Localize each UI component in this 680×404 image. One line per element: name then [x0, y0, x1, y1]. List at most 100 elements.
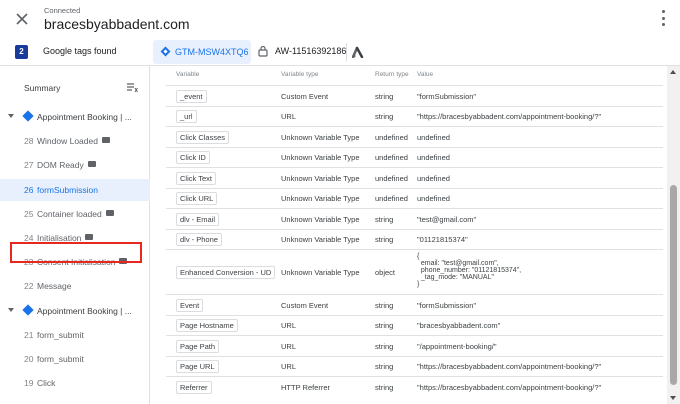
return-type: undefined [375, 153, 408, 163]
table-row: dlv - Phone Unknown Variable Type string "0… [166, 228, 663, 250]
event-number: 20 [24, 354, 34, 364]
event-label: Window Loaded [37, 136, 110, 146]
sidebar-event-item[interactable]: 27 DOM Ready [0, 154, 150, 176]
variable-type: Unknown Variable Type [281, 173, 360, 183]
event-label: Message [37, 281, 72, 292]
variable-type: URL [281, 321, 297, 331]
sidebar-event-item[interactable]: 21 form_submit [0, 324, 150, 346]
variable-name-chip[interactable]: Click ID [176, 151, 210, 165]
event-label: form_submit [37, 354, 84, 364]
tags-found-label: Google tags found [43, 46, 117, 56]
sidebar-event-item[interactable]: 18Click [0, 396, 150, 404]
variable-value: "formSubmission" [417, 300, 477, 310]
variables-panel: Variable Variable type Return type Value… [151, 66, 680, 404]
variable-value: undefined [417, 132, 450, 142]
sidebar-page-group[interactable]: Appointment Booking | ... [0, 106, 150, 128]
api-call-icon [85, 234, 94, 240]
sidebar-event-item[interactable]: 20 form_submit [0, 348, 150, 370]
variable-name-chip[interactable]: dlv - Phone [176, 233, 222, 247]
event-number: 21 [24, 329, 34, 340]
variable-value: "/appointment-booking/" [417, 341, 497, 351]
variable-type: Unknown Variable Type [281, 214, 360, 224]
variable-value: { email: "test@gmail.com", phone_number:… [417, 253, 522, 288]
scrollbar-thumb[interactable] [670, 185, 677, 385]
table-row: Enhanced Conversion - UD Unknown Variable… [166, 249, 663, 294]
event-sidebar: Summary Appointment Booking | ... 28 Windo… [0, 66, 150, 404]
variable-type: URL [281, 362, 297, 372]
scroll-up-arrow-icon[interactable] [670, 70, 676, 74]
variable-value: "test@gmail.com" [417, 214, 477, 224]
top-bar: Connected bracesbyabbadent.com [0, 0, 680, 38]
variable-name-chip[interactable]: Click Text [176, 171, 216, 185]
sidebar-event-item[interactable]: 25 Container loaded [0, 203, 150, 225]
table-row: Page URL URL string "https://bracesbyabbade… [166, 355, 663, 377]
tab-aw-label: AW-11516392186 [275, 46, 347, 56]
table-row: Click Text Unknown Variable Type undefined… [166, 167, 663, 188]
tab-divider [346, 43, 347, 61]
tab-gtm-container[interactable]: GTM-MSW4XTQ6 [153, 40, 251, 64]
variable-name-chip[interactable]: Page Hostname [176, 319, 238, 333]
tags-bar: 2 Google tags found GTM-MSW4XTQ6 AW-1151… [0, 38, 680, 66]
sidebar-event-item[interactable]: 28 Window Loaded [0, 130, 150, 152]
variable-name-chip[interactable]: Referrer [176, 380, 212, 394]
sidebar-event-item[interactable]: 19 Click [0, 372, 150, 394]
event-number: 25 [24, 208, 34, 219]
variable-name-chip[interactable]: _url [176, 110, 197, 124]
variable-name-chip[interactable]: dlv - Email [176, 212, 220, 226]
return-type: undefined [375, 173, 408, 183]
variable-value: "https://bracesbyabbadent.com/appointmen… [417, 382, 602, 392]
table-row: Referrer HTTP Referrer string "https://brac… [166, 376, 663, 397]
variable-value: "https://bracesbyabbadent.com/appointmen… [417, 112, 602, 122]
sidebar-summary[interactable]: Summary [24, 83, 60, 93]
header-return-type: Return type [375, 71, 409, 78]
variable-name-chip[interactable]: Page URL [176, 360, 219, 374]
return-type: string [375, 341, 394, 351]
return-type: string [375, 235, 394, 245]
connected-domain: bracesbyabbadent.com [44, 16, 190, 32]
selected-event-highlight [10, 242, 142, 263]
variable-name-chip[interactable]: Click Classes [176, 130, 230, 144]
variable-value: "bracesbyabbadent.com" [417, 321, 501, 331]
scroll-down-arrow-icon[interactable] [670, 396, 676, 400]
variable-name-chip[interactable]: Click URL [176, 192, 218, 206]
variable-name-chip[interactable]: _event [176, 89, 207, 103]
variable-value: undefined [417, 194, 450, 204]
table-row: dlv - Email Unknown Variable Type string "t… [166, 208, 663, 229]
sidebar-page-group[interactable]: Appointment Booking | ... [0, 300, 150, 322]
variable-value: undefined [417, 173, 450, 183]
event-number: 27 [24, 160, 34, 171]
tag-count-badge: 2 [15, 45, 28, 59]
tab-google-ads[interactable] [351, 45, 365, 63]
variable-type: URL [281, 341, 297, 351]
return-type: string [375, 382, 394, 392]
variable-name-chip[interactable]: Event [176, 298, 204, 312]
variable-type: Custom Event [281, 91, 329, 101]
variable-name-chip[interactable]: Enhanced Conversion - UD [176, 266, 276, 279]
variable-value: "01121815374" [417, 235, 468, 245]
table-row: Event Custom Event string "formSubmission" [166, 294, 663, 315]
variable-type: HTTP Referrer [281, 382, 331, 392]
variable-type: Custom Event [281, 300, 329, 310]
close-icon[interactable] [12, 9, 32, 29]
more-menu-icon[interactable] [660, 10, 666, 26]
expand-caret-icon[interactable] [8, 114, 14, 118]
table-row: _event Custom Event string "formSubmission" [166, 85, 663, 106]
table-row: Click Classes Unknown Variable Type undefi… [166, 126, 663, 147]
sidebar-event-item[interactable]: 22 Message [0, 275, 150, 297]
table-row: Page Hostname URL string "bracesbyabbadent.… [166, 314, 663, 336]
variable-name-chip[interactable]: Page Path [176, 339, 220, 353]
connection-status: Connected [44, 6, 81, 15]
expand-caret-icon[interactable] [8, 307, 14, 312]
sidebar-event-item[interactable]: 26 formSubmission [0, 178, 150, 201]
clear-list-icon[interactable] [127, 83, 138, 93]
return-type: undefined [375, 194, 408, 204]
variable-value: "formSubmission" [417, 91, 477, 101]
event-label: DOM Ready [37, 160, 96, 170]
event-label: Container loaded [37, 209, 114, 219]
google-ads-icon [351, 46, 364, 59]
variable-value: "https://bracesbyabbadent.com/appointmen… [417, 362, 602, 372]
tab-gtm-label: GTM-MSW4XTQ6 [175, 47, 249, 57]
return-type: string [375, 321, 394, 331]
api-call-icon [87, 161, 96, 168]
variable-type: Unknown Variable Type [281, 268, 360, 277]
